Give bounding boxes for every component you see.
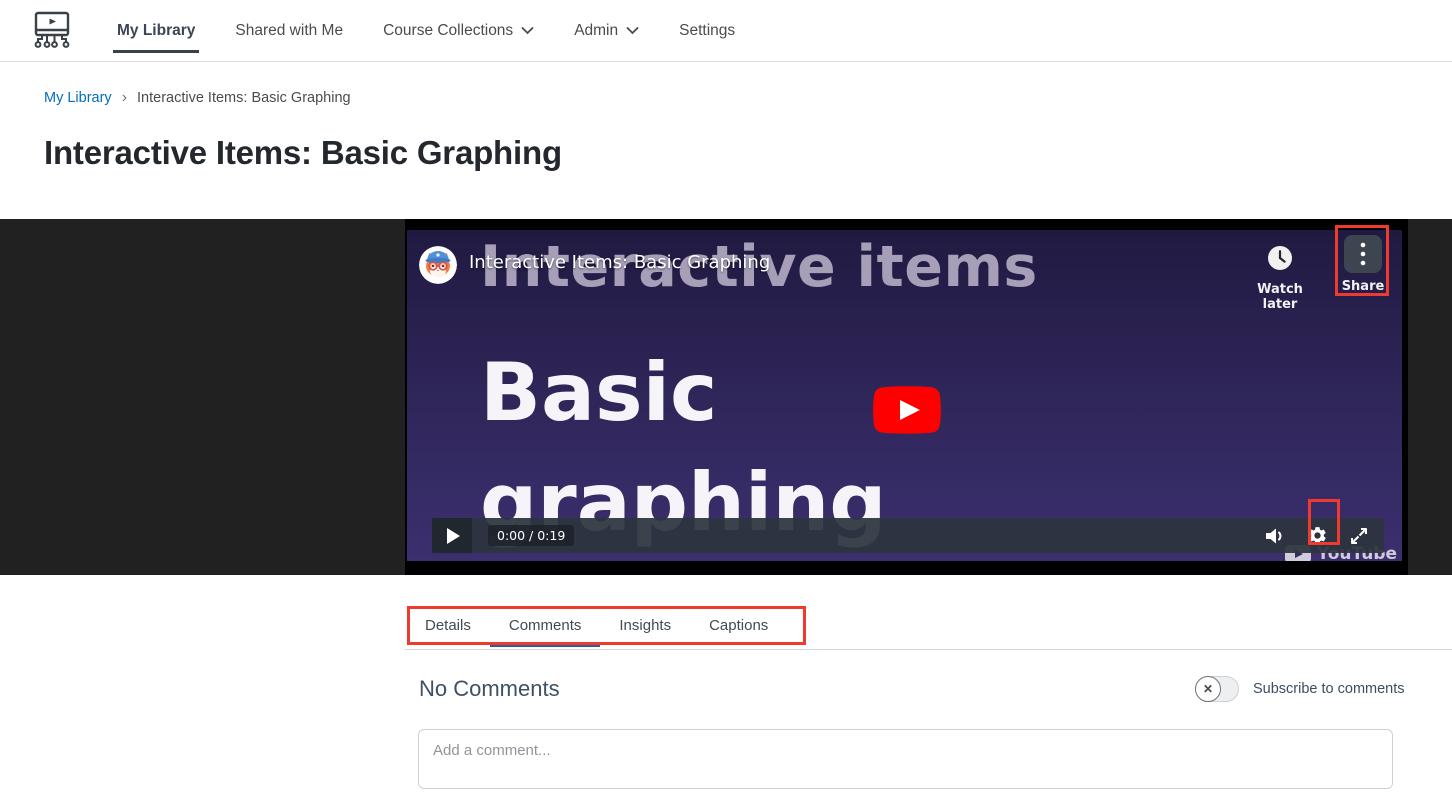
breadcrumb-current-page: Interactive Items: Basic Graphing bbox=[137, 90, 351, 106]
tabs-divider bbox=[405, 649, 1452, 650]
tab-label: Comments bbox=[509, 617, 582, 634]
tab-details[interactable]: Details bbox=[406, 608, 490, 643]
breadcrumb-my-library-link[interactable]: My Library bbox=[44, 90, 112, 106]
tab-comments[interactable]: Comments bbox=[490, 608, 601, 643]
video-overlay-title-link[interactable]: Interactive Items: Basic Graphing bbox=[469, 252, 770, 273]
watch-later-button[interactable]: Watch later bbox=[1245, 245, 1315, 312]
toggle-off-icon: ✕ bbox=[1195, 676, 1221, 702]
active-tab-underline bbox=[490, 643, 601, 647]
top-navigation-bar: My Library Shared with Me Course Collect… bbox=[0, 0, 1452, 62]
tab-label: Captions bbox=[709, 617, 768, 634]
player-right-controls bbox=[1264, 525, 1384, 546]
nav-item-label: My Library bbox=[117, 22, 195, 40]
chevron-down-icon bbox=[521, 26, 534, 35]
kebab-menu-icon bbox=[1344, 235, 1382, 273]
play-icon bbox=[447, 528, 460, 544]
tab-captions[interactable]: Captions bbox=[690, 608, 787, 643]
nav-items: My Library Shared with Me Course Collect… bbox=[97, 0, 755, 61]
player-band: Interactive items Basic graphing bbox=[0, 219, 1452, 575]
share-label: Share bbox=[1333, 279, 1393, 294]
page: My Library Shared with Me Course Collect… bbox=[0, 0, 1452, 810]
video-slide-text-line2: Basic bbox=[480, 346, 717, 439]
nav-item-my-library[interactable]: My Library bbox=[97, 0, 215, 61]
nav-item-label: Shared with Me bbox=[235, 22, 343, 40]
breadcrumb-separator-icon: › bbox=[122, 90, 127, 106]
content-tabs: Details Comments Insights Captions bbox=[406, 608, 787, 643]
play-button[interactable] bbox=[432, 518, 472, 553]
breadcrumb: My Library › Interactive Items: Basic Gr… bbox=[44, 90, 351, 106]
subscribe-label: Subscribe to comments bbox=[1253, 681, 1405, 697]
settings-gear-button[interactable] bbox=[1307, 525, 1328, 546]
watch-later-label: Watch later bbox=[1245, 282, 1315, 312]
chevron-down-icon bbox=[626, 26, 639, 35]
page-title: Interactive Items: Basic Graphing bbox=[44, 134, 562, 172]
add-comment-input[interactable] bbox=[418, 729, 1393, 789]
subscribe-to-comments-control: ✕ Subscribe to comments bbox=[1195, 676, 1405, 702]
nav-item-course-collections[interactable]: Course Collections bbox=[363, 0, 554, 61]
nav-item-settings[interactable]: Settings bbox=[659, 0, 755, 61]
channel-avatar[interactable] bbox=[419, 246, 457, 284]
player-control-bar: 0:00 / 0:19 bbox=[432, 518, 1384, 553]
nav-item-label: Course Collections bbox=[383, 22, 513, 40]
tab-insights[interactable]: Insights bbox=[600, 608, 690, 643]
active-nav-underline bbox=[113, 50, 199, 53]
video-viewport[interactable]: Interactive items Basic graphing bbox=[407, 230, 1402, 561]
clock-icon bbox=[1267, 245, 1293, 271]
share-button[interactable]: Share bbox=[1333, 235, 1393, 294]
volume-button[interactable] bbox=[1264, 526, 1286, 546]
nav-item-shared-with-me[interactable]: Shared with Me bbox=[215, 0, 363, 61]
no-comments-heading: No Comments bbox=[419, 676, 560, 702]
nav-item-label: Admin bbox=[574, 22, 618, 40]
nav-item-admin[interactable]: Admin bbox=[554, 0, 659, 61]
subscribe-toggle[interactable]: ✕ bbox=[1195, 676, 1239, 702]
youtube-big-play-button[interactable] bbox=[873, 386, 941, 439]
tab-label: Insights bbox=[619, 617, 671, 634]
nav-item-label: Settings bbox=[679, 22, 735, 40]
fullscreen-button[interactable] bbox=[1349, 526, 1369, 546]
time-display: 0:00 / 0:19 bbox=[488, 525, 574, 546]
media-library-logo-icon[interactable] bbox=[30, 8, 74, 54]
youtube-player: Interactive items Basic graphing bbox=[405, 219, 1408, 575]
tab-label: Details bbox=[425, 617, 471, 634]
